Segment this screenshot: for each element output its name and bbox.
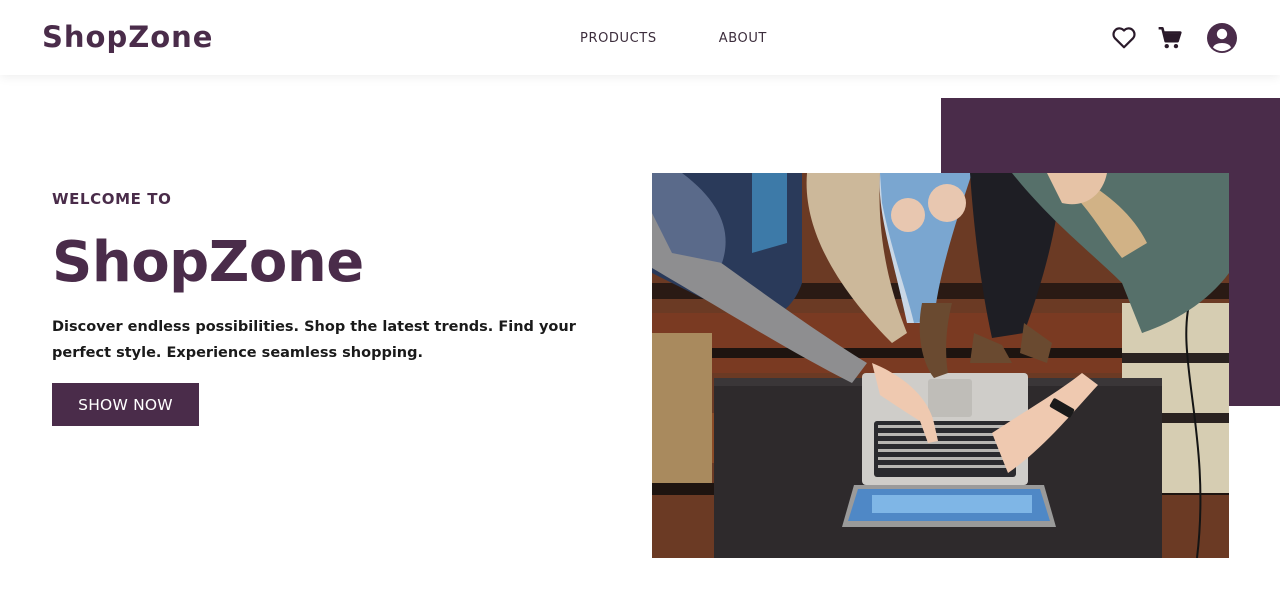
hero-tagline: Discover endless possibilities. Shop the… (52, 319, 576, 361)
show-now-button[interactable]: SHOW NOW (52, 383, 199, 426)
heart-icon[interactable] (1111, 25, 1137, 49)
nav-link-about[interactable]: ABOUT (719, 31, 767, 46)
account-icon[interactable] (1206, 22, 1238, 54)
cart-icon[interactable] (1157, 25, 1183, 51)
logo[interactable]: ShopZone (42, 20, 213, 54)
hero-text: WELCOME TO ShopZone Discover endless pos… (52, 190, 632, 366)
navbar: ShopZone PRODUCTS ABOUT (0, 0, 1280, 75)
nav-links: PRODUCTS ABOUT (580, 31, 767, 46)
nav-link-products[interactable]: PRODUCTS (580, 31, 657, 46)
hero-photo (652, 173, 1229, 558)
hero-title: ShopZone (52, 230, 364, 295)
hero-eyebrow: WELCOME TO (52, 190, 172, 208)
